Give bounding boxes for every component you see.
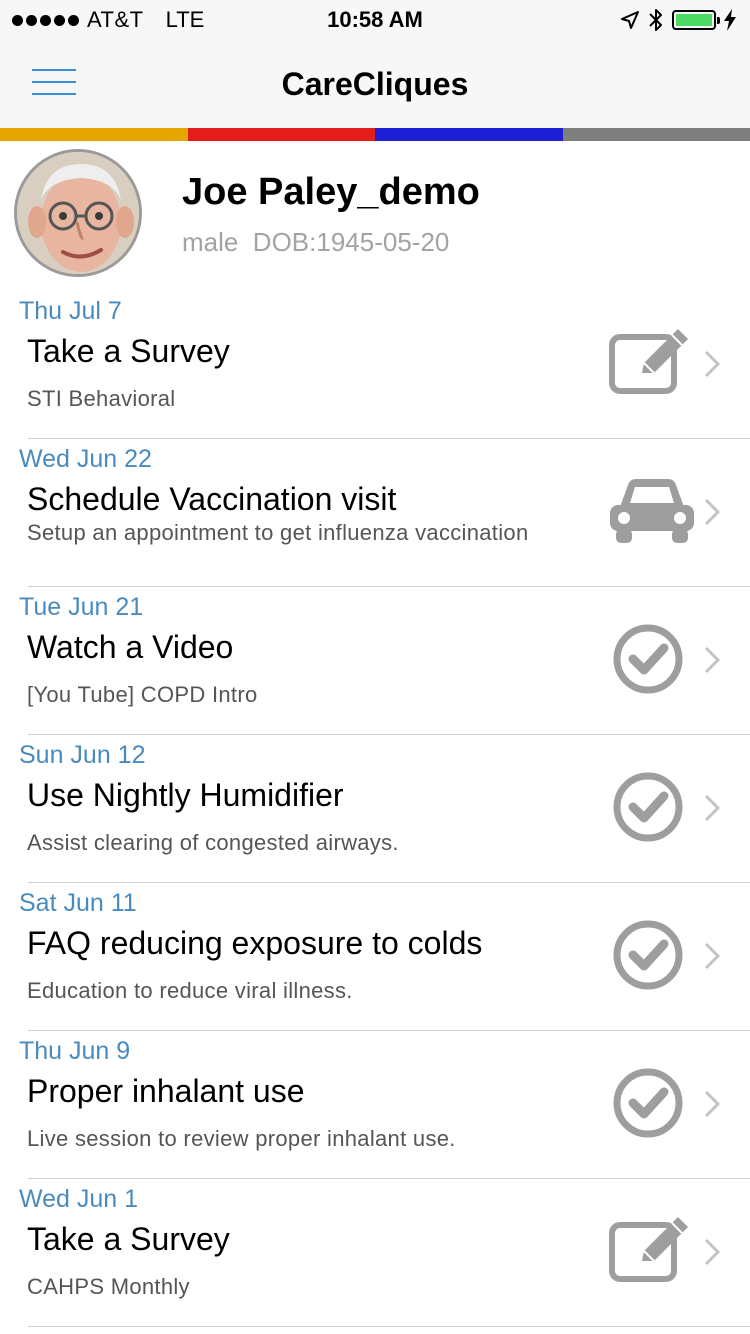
status-bar: AT&T LTE 10:58 AM [0,0,750,40]
task-row[interactable]: Wed Jun 1 Take a Survey CAHPS Monthly [0,1179,750,1327]
task-list: Thu Jul 7 Take a Survey STI Behavioral W… [0,291,750,1327]
location-arrow-icon [621,11,639,29]
task-title: Watch a Video [27,629,234,665]
task-title: Proper inhalant use [27,1073,305,1109]
task-title: Take a Survey [27,333,230,369]
task-row[interactable]: Tue Jun 21 Watch a Video [You Tube] COPD… [0,587,750,735]
color-strip-segment [187,128,375,141]
nav-bar: CareCliques [0,40,750,128]
chevron-right-icon [704,646,721,674]
battery-icon [672,10,720,30]
task-title: Schedule Vaccination visit [27,481,397,517]
chevron-right-icon [704,794,721,822]
profile-name: Joe Paley_demo [182,171,480,213]
profile-header: Joe Paley_demo male DOB:1945-05-20 [0,141,750,291]
avatar-photo [17,152,139,274]
battery-fill [676,14,712,26]
color-strip [0,128,750,141]
task-row[interactable]: Thu Jun 9 Proper inhalant use Live sessi… [0,1031,750,1179]
task-subtitle: [You Tube] COPD Intro [27,682,258,707]
task-subtitle: Setup an appointment to get influenza va… [27,520,529,545]
profile-meta: male DOB:1945-05-20 [182,227,450,257]
task-subtitle: STI Behavioral [27,386,176,411]
page-title: CareCliques [281,66,469,102]
bluetooth-icon [649,9,662,31]
task-subtitle: Education to reduce viral illness. [27,978,353,1003]
task-date: Thu Jun 9 [19,1037,131,1065]
task-date: Sat Jun 11 [19,889,137,917]
task-date: Thu Jul 7 [19,297,122,325]
task-date: Sun Jun 12 [19,741,146,769]
task-date: Tue Jun 21 [19,593,144,621]
chevron-right-icon [704,1238,721,1266]
color-strip-segment [375,128,563,141]
check-circle-icon [613,1068,683,1138]
task-title: FAQ reducing exposure to colds [27,925,483,961]
car-icon [610,479,694,543]
chevron-right-icon [704,498,721,526]
task-title: Use Nightly Humidifier [27,777,344,813]
color-strip-segment [0,128,188,141]
check-circle-icon [613,624,683,694]
task-date: Wed Jun 1 [19,1185,139,1213]
task-title: Take a Survey [27,1221,230,1257]
charging-bolt-icon [724,9,736,31]
task-row[interactable]: Thu Jul 7 Take a Survey STI Behavioral [0,291,750,439]
color-strip-segment [562,128,750,141]
task-subtitle: Assist clearing of congested airways. [27,830,399,855]
check-circle-icon [613,920,683,990]
task-row[interactable]: Wed Jun 22 Schedule Vaccination visit Se… [0,439,750,587]
chevron-right-icon [704,942,721,970]
chevron-right-icon [704,1090,721,1118]
task-date: Wed Jun 22 [19,445,152,473]
edit-icon [609,329,688,394]
task-subtitle: CAHPS Monthly [27,1274,190,1299]
check-circle-icon [613,772,683,842]
task-row[interactable]: Sat Jun 11 FAQ reducing exposure to cold… [0,883,750,1031]
avatar[interactable] [14,149,142,277]
task-subtitle: Live session to review proper inhalant u… [27,1126,456,1151]
status-right [620,7,736,33]
task-row[interactable]: Sun Jun 12 Use Nightly Humidifier Assist… [0,735,750,883]
chevron-right-icon [704,350,721,378]
edit-icon [609,1217,688,1282]
